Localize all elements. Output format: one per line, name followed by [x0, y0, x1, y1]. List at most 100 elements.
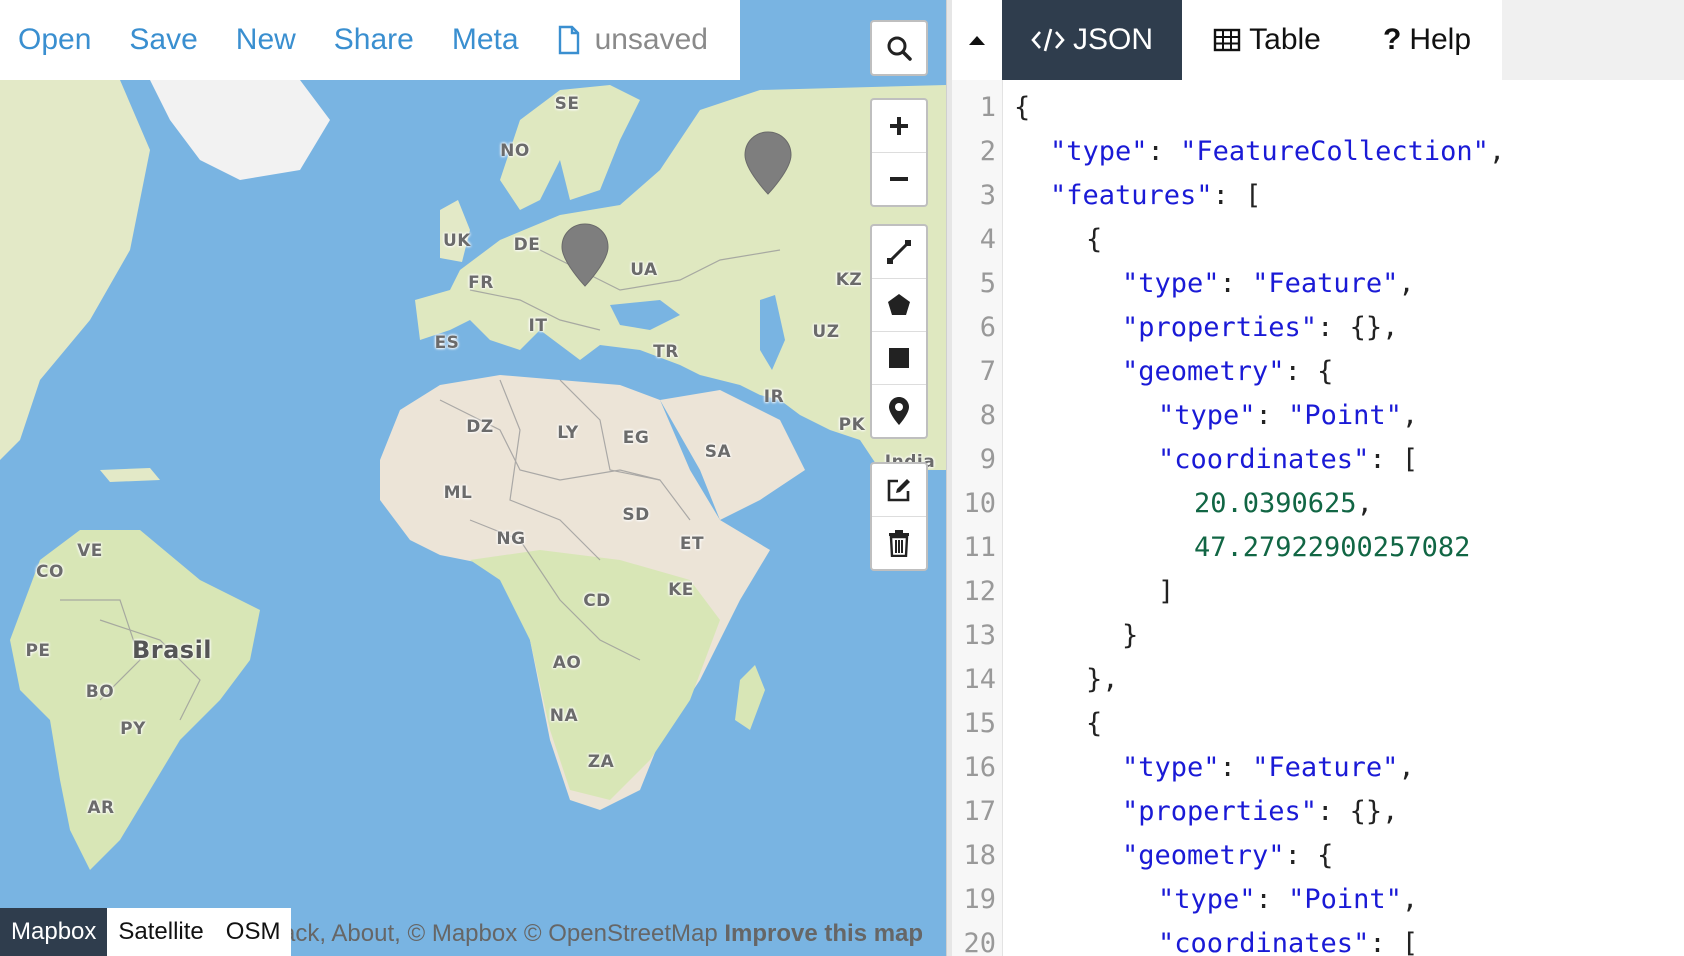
- tab-help-label: Help: [1409, 23, 1472, 56]
- json-punctuation: ,: [1488, 136, 1506, 167]
- country-label: KE: [668, 580, 694, 600]
- map-marker[interactable]: [743, 130, 793, 196]
- menu-share[interactable]: Share: [334, 23, 414, 57]
- draw-rectangle-icon: [889, 348, 909, 368]
- line-number: 1: [979, 92, 996, 123]
- line-source: "coordinates": [: [1158, 438, 1418, 482]
- editor-pane: JSON Table ? Help 1 {2 "type": "FeatureCol…: [952, 0, 1684, 956]
- json-punctuation: ,: [1401, 400, 1419, 431]
- json-punctuation: : {},: [1317, 312, 1399, 343]
- json-key: "type": [1158, 400, 1256, 431]
- json-key: "properties": [1122, 312, 1318, 343]
- draw-marker-button[interactable]: [872, 385, 926, 437]
- line-source: },: [1086, 658, 1119, 702]
- line-source: "type": "Feature",: [1122, 262, 1415, 306]
- line-number: 4: [979, 224, 996, 255]
- json-punctuation: : [: [1212, 180, 1262, 211]
- line-number: 20: [963, 928, 996, 956]
- zoom-in-button[interactable]: [872, 100, 926, 153]
- json-punctuation: ,: [1401, 884, 1419, 915]
- line-number: 19: [963, 884, 996, 915]
- line-number: 12: [963, 576, 996, 607]
- tab-json[interactable]: JSON: [1002, 0, 1182, 80]
- about-link[interactable]: About: [331, 920, 394, 947]
- code-line: 5 "type": "Feature",: [952, 262, 1684, 306]
- code-line: 8 "type": "Point",: [952, 394, 1684, 438]
- line-source: "features": [: [1050, 174, 1261, 218]
- document-status: unsaved: [557, 23, 708, 57]
- map-view[interactable]: SENOUKDEFRUAKZITESUZTRIRDZLYEGPKSAIndiaM…: [0, 0, 946, 956]
- country-label: KZ: [835, 270, 863, 290]
- code-line: 6 "properties": {},: [952, 306, 1684, 350]
- menu-save[interactable]: Save: [129, 23, 197, 57]
- delete-button[interactable]: [872, 517, 926, 569]
- help-icon: ?: [1382, 23, 1402, 56]
- line-source: {: [1086, 218, 1102, 262]
- code-line: 2 "type": "FeatureCollection",: [952, 130, 1684, 174]
- zoom-out-button[interactable]: [872, 153, 926, 205]
- code-line: 17 "properties": {},: [952, 790, 1684, 834]
- country-label: ES: [434, 333, 460, 353]
- mapbox-link[interactable]: © Mapbox: [407, 920, 517, 947]
- search-button[interactable]: [872, 22, 926, 74]
- country-label: ET: [679, 534, 705, 554]
- json-key: "coordinates": [1158, 444, 1370, 475]
- country-label: BO: [85, 682, 115, 702]
- layer-mapbox[interactable]: Mapbox: [0, 908, 108, 956]
- code-line: 3 "features": [: [952, 174, 1684, 218]
- improve-map-link[interactable]: Improve this map: [724, 920, 923, 947]
- line-number: 11: [963, 532, 996, 563]
- line-number: 8: [979, 400, 996, 431]
- json-punctuation: {: [1014, 92, 1031, 123]
- json-string: "Feature": [1252, 268, 1399, 299]
- menu-new[interactable]: New: [236, 23, 296, 57]
- country-label: NA: [549, 706, 579, 726]
- draw-line-button[interactable]: [872, 226, 926, 279]
- json-number: 20.0390625: [1194, 488, 1357, 519]
- draw-marker-icon: [889, 397, 909, 425]
- json-editor[interactable]: 1 {2 "type": "FeatureCollection", 3 "feature…: [952, 80, 1684, 956]
- country-label: UK: [443, 231, 471, 251]
- delete-icon: [889, 530, 909, 557]
- json-key: "type": [1122, 752, 1220, 783]
- json-punctuation: ,: [1398, 268, 1415, 299]
- line-source: {: [1014, 86, 1030, 130]
- country-label: ML: [443, 483, 473, 503]
- code-line: 19 "type": "Point",: [952, 878, 1684, 922]
- line-source: "properties": {},: [1122, 306, 1398, 350]
- search-icon: [887, 36, 912, 61]
- draw-rectangle-button[interactable]: [872, 332, 926, 385]
- line-source: "coordinates": [: [1158, 922, 1418, 956]
- document-status-text: unsaved: [594, 23, 708, 56]
- layer-osm[interactable]: OSM: [214, 908, 292, 956]
- tab-table[interactable]: Table: [1182, 0, 1352, 80]
- country-label: UZ: [812, 322, 840, 342]
- line-source: "type": "Feature",: [1122, 746, 1415, 790]
- line-number: 3: [979, 180, 996, 211]
- json-string: "Point": [1288, 884, 1402, 915]
- country-label: CD: [583, 591, 611, 611]
- json-punctuation: {: [1086, 224, 1103, 255]
- menu-meta[interactable]: Meta: [452, 23, 519, 57]
- json-punctuation: ,: [1398, 752, 1415, 783]
- country-label: TR: [653, 342, 679, 362]
- zoom-control: [870, 98, 928, 207]
- code-line: 15 {: [952, 702, 1684, 746]
- country-label: PY: [120, 719, 146, 739]
- collapse-button[interactable]: [952, 0, 1002, 80]
- layer-satellite[interactable]: Satellite: [107, 908, 215, 956]
- map-marker[interactable]: [560, 222, 610, 288]
- draw-polygon-button[interactable]: [872, 279, 926, 332]
- code-line: 14},: [952, 658, 1684, 702]
- line-number: 13: [963, 620, 996, 651]
- draw-line-icon: [887, 240, 911, 264]
- line-number: 10: [963, 488, 996, 519]
- tab-help[interactable]: ? Help: [1352, 0, 1502, 80]
- layer-switcher: Mapbox Satellite OSM: [0, 908, 292, 956]
- line-source: "geometry": {: [1122, 350, 1333, 394]
- edit-button[interactable]: [872, 464, 926, 517]
- osm-link[interactable]: © OpenStreetMap: [524, 920, 718, 947]
- country-label: PE: [25, 641, 51, 661]
- menu-open[interactable]: Open: [18, 23, 91, 57]
- json-punctuation: ]: [1158, 576, 1175, 607]
